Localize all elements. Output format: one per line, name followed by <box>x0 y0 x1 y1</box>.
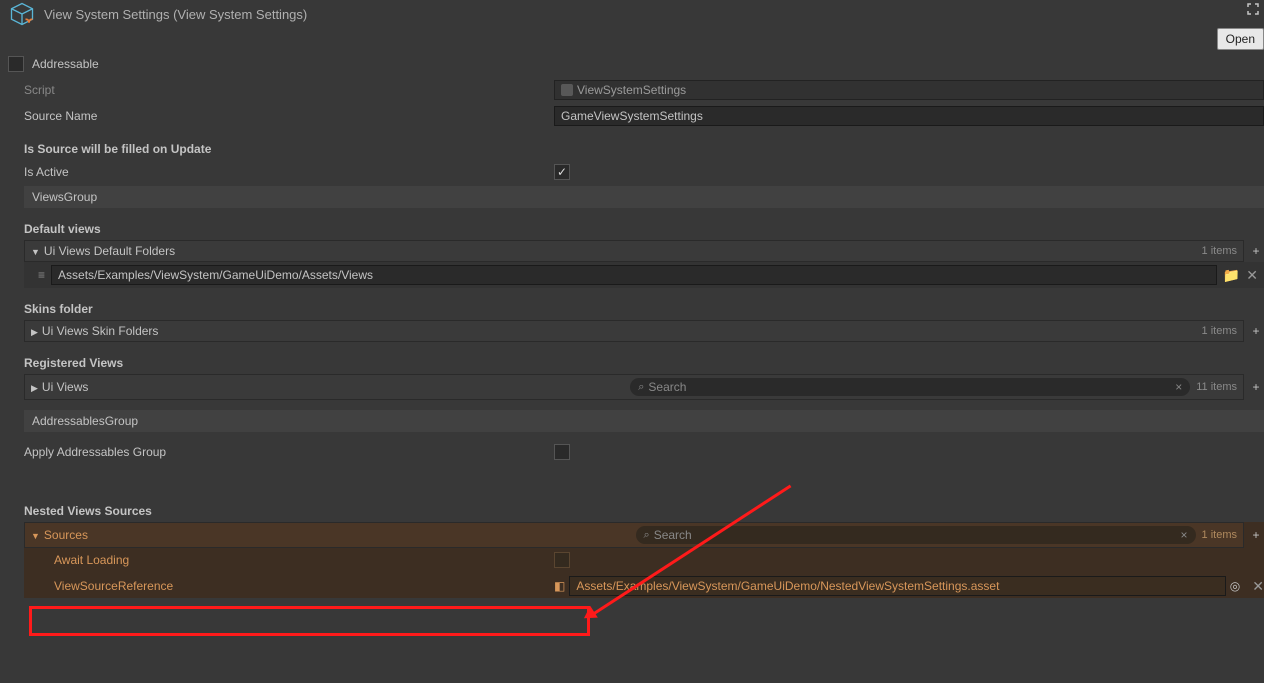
apply-addressables-label: Apply Addressables Group <box>24 445 554 459</box>
sources-header[interactable]: Sources ⌕ Search × 1 items <box>24 522 1244 548</box>
foldout-icon <box>31 380 38 394</box>
foldout-icon <box>31 528 40 542</box>
window-title: View System Settings (View System Settin… <box>44 7 307 22</box>
object-picker-icon[interactable]: ◎ <box>1230 579 1240 593</box>
is-source-label: Is Source will be filled on Update <box>24 142 1264 156</box>
views-group-header: ViewsGroup <box>24 186 1264 208</box>
add-source-button[interactable]: + <box>1248 527 1264 543</box>
addressable-label: Addressable <box>32 57 99 71</box>
scriptable-object-icon <box>8 0 36 28</box>
clear-search-icon[interactable]: × <box>1181 528 1188 542</box>
default-folders-header[interactable]: Ui Views Default Folders 1 items <box>24 240 1244 262</box>
search-icon: ⌕ <box>638 381 644 394</box>
annotation-box <box>29 606 590 636</box>
source-name-input[interactable]: GameViewSystemSettings <box>554 106 1264 126</box>
add-default-folder-button[interactable]: + <box>1248 243 1264 259</box>
add-skin-folder-button[interactable]: + <box>1248 323 1264 339</box>
foldout-icon <box>31 244 40 258</box>
source-name-label: Source Name <box>24 109 554 123</box>
registered-views-title: Registered Views <box>24 356 1264 370</box>
remove-icon[interactable]: ✕ <box>1246 267 1258 284</box>
clear-search-icon[interactable]: × <box>1175 380 1182 394</box>
search-icon: ⌕ <box>644 529 650 542</box>
await-loading-checkbox[interactable] <box>554 552 570 568</box>
await-loading-label: Await Loading <box>54 553 554 567</box>
script-label: Script <box>24 83 554 97</box>
drag-handle-icon[interactable]: ≡ <box>38 268 45 282</box>
expand-icon[interactable] <box>1246 2 1260 19</box>
addressable-checkbox[interactable] <box>8 56 24 72</box>
script-field: ViewSystemSettings <box>554 80 1264 100</box>
apply-addressables-checkbox[interactable] <box>554 444 570 460</box>
remove-icon[interactable]: ✕ <box>1252 578 1264 595</box>
list-item: ≡ Assets/Examples/ViewSystem/GameUiDemo/… <box>24 262 1264 288</box>
asset-icon: ◧ <box>554 579 565 593</box>
script-icon <box>561 84 573 96</box>
ui-views-header[interactable]: Ui Views ⌕ Search × 11 items <box>24 374 1244 400</box>
view-source-reference-label: ViewSourceReference <box>54 579 554 593</box>
skins-folder-title: Skins folder <box>24 302 1264 316</box>
annotation-arrowhead <box>580 606 598 624</box>
nested-views-title: Nested Views Sources <box>24 504 1264 518</box>
add-ui-view-button[interactable]: + <box>1248 379 1264 395</box>
folder-path-field[interactable]: Assets/Examples/ViewSystem/GameUiDemo/As… <box>51 265 1217 285</box>
is-active-checkbox[interactable] <box>554 164 570 180</box>
skin-folders-header[interactable]: Ui Views Skin Folders 1 items <box>24 320 1244 342</box>
open-button[interactable]: Open <box>1217 28 1264 50</box>
search-input[interactable]: ⌕ Search × <box>630 378 1190 396</box>
is-active-label: Is Active <box>24 165 554 179</box>
folder-icon[interactable]: 📁 <box>1223 267 1240 284</box>
foldout-icon <box>31 324 38 338</box>
default-views-title: Default views <box>24 222 1264 236</box>
view-source-reference-field[interactable]: Assets/Examples/ViewSystem/GameUiDemo/Ne… <box>569 576 1225 596</box>
addressables-group-header: AddressablesGroup <box>24 410 1264 432</box>
